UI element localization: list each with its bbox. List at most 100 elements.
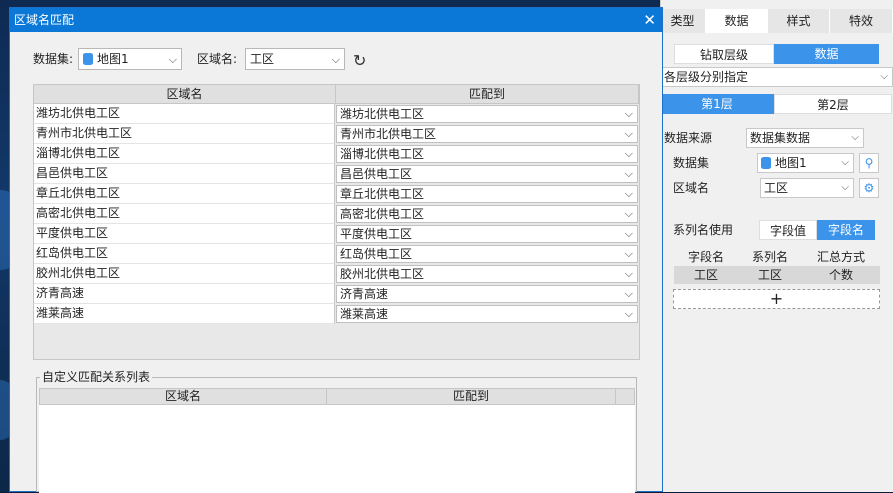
match-value: 平度供电工区 <box>340 227 413 241</box>
drill-level-button[interactable]: 钻取层级 <box>674 44 774 64</box>
match-value: 淄博北供电工区 <box>340 147 425 161</box>
dataset-select[interactable]: 地图1 ⌵ <box>78 48 182 70</box>
field-name-button[interactable]: 字段名 <box>817 220 875 240</box>
chevron-down-icon: ⌵ <box>624 107 633 120</box>
table-row[interactable]: 济青高速 济青高速 ⌵ <box>34 284 639 304</box>
match-select[interactable]: 济青高速 ⌵ <box>336 285 638 303</box>
match-select[interactable]: 青州市北供电工区 ⌵ <box>336 125 638 143</box>
match-select[interactable]: 胶州北供电工区 ⌵ <box>336 265 638 283</box>
panel-region-value: 工区 <box>764 181 789 195</box>
table-row[interactable]: 淄博北供电工区 淄博北供电工区 ⌵ <box>34 144 639 164</box>
match-select[interactable]: 昌邑供电工区 ⌵ <box>336 165 638 183</box>
match-select[interactable]: 高密北供电工区 ⌵ <box>336 205 638 223</box>
add-field-button[interactable]: + <box>673 289 880 309</box>
source-label: 数据来源 <box>664 131 713 145</box>
table-row[interactable]: 高密北供电工区 高密北供电工区 ⌵ <box>34 204 639 224</box>
chevron-down-icon: ⌵ <box>841 157 849 168</box>
match-value: 青州市北供电工区 <box>340 127 437 141</box>
tab-data[interactable]: 数据 <box>706 9 768 33</box>
custom-header-match-to: 匹配到 <box>327 389 616 404</box>
chevron-down-icon: ⌵ <box>624 267 633 280</box>
region-name-cell: 青州市北供电工区 <box>34 124 335 144</box>
table-row[interactable]: 平度供电工区 平度供电工区 ⌵ <box>34 224 639 244</box>
table-row[interactable]: 红岛供电工区 红岛供电工区 ⌵ <box>34 244 639 264</box>
custom-table-header: 区域名 匹配到 <box>39 388 635 405</box>
table-row[interactable]: 胶州北供电工区 胶州北供电工区 ⌵ <box>34 264 639 284</box>
source-select[interactable]: 数据集数据 ⌵ <box>746 128 864 148</box>
region-name-cell: 潍坊北供电工区 <box>34 104 335 124</box>
custom-table-body <box>39 405 635 493</box>
data-button[interactable]: 数据 <box>774 44 879 64</box>
chevron-down-icon: ⌵ <box>331 53 340 66</box>
header-series-name: 系列名 <box>751 250 788 264</box>
region-name-cell: 高密北供电工区 <box>34 204 335 224</box>
match-select[interactable]: 潍坊北供电工区 ⌵ <box>336 105 638 123</box>
panel-dataset-label: 数据集 <box>673 156 710 170</box>
region-value: 工区 <box>250 52 275 66</box>
table-row[interactable]: 青州市北供电工区 青州市北供电工区 ⌵ <box>34 124 639 144</box>
database-icon <box>761 157 771 169</box>
field-table-header: 字段名 系列名 汇总方式 <box>674 249 880 266</box>
match-value: 胶州北供电工区 <box>340 267 425 281</box>
series-label: 系列名使用 <box>673 223 734 237</box>
chevron-down-icon: ⌵ <box>624 127 633 140</box>
panel-region-label: 区域名 <box>673 181 710 195</box>
table-row[interactable]: 章丘北供电工区 章丘北供电工区 ⌵ <box>34 184 639 204</box>
match-select[interactable]: 红岛供电工区 ⌵ <box>336 245 638 263</box>
source-value: 数据集数据 <box>750 131 811 145</box>
chevron-down-icon: ⌵ <box>624 147 633 160</box>
tab-type[interactable]: 类型 <box>660 9 706 33</box>
field-table: 字段名 系列名 汇总方式 工区 工区 个数 <box>674 249 880 284</box>
match-value: 章丘北供电工区 <box>340 187 425 201</box>
region-name-cell: 平度供电工区 <box>34 224 335 244</box>
match-value: 红岛供电工区 <box>340 247 413 261</box>
level-1-tab[interactable]: 第1层 <box>660 94 774 114</box>
field-table-row[interactable]: 工区 工区 个数 <box>674 266 880 284</box>
field-value-button[interactable]: 字段值 <box>759 220 817 240</box>
region-select[interactable]: 工区 ⌵ <box>245 48 345 70</box>
search-button[interactable]: ⚲ <box>859 153 879 173</box>
panel-region-select[interactable]: 工区 ⌵ <box>760 178 854 198</box>
chevron-down-icon: ⌵ <box>624 307 633 320</box>
database-icon <box>83 53 93 65</box>
panel-dataset-select[interactable]: 地图1 ⌵ <box>757 153 854 173</box>
panel-dataset-value: 地图1 <box>775 156 807 170</box>
level-mode-value: 各层级分别指定 <box>664 70 749 84</box>
table-row[interactable]: 潍坊北供电工区 潍坊北供电工区 ⌵ <box>34 104 639 124</box>
drill-toggle: 钻取层级 数据 <box>674 44 879 64</box>
property-tabs: 类型 数据 样式 特效 <box>660 9 893 33</box>
cell-series-name: 工区 <box>757 268 782 282</box>
level-2-tab[interactable]: 第2层 <box>774 94 892 114</box>
table-row[interactable]: 昌邑供电工区 昌邑供电工区 ⌵ <box>34 164 639 184</box>
refresh-icon[interactable]: ↻ <box>353 51 366 70</box>
match-grid: 区域名 匹配到 潍坊北供电工区 潍坊北供电工区 ⌵ 青州市北供电工区 青州市北供电工区 ⌵… <box>33 84 640 360</box>
tab-style[interactable]: 样式 <box>768 9 830 33</box>
custom-header-region-name: 区域名 <box>40 389 327 404</box>
chevron-down-icon: ⌵ <box>624 207 633 220</box>
table-row[interactable]: 潍莱高速 潍莱高速 ⌵ <box>34 304 639 324</box>
match-select[interactable]: 淄博北供电工区 ⌵ <box>336 145 638 163</box>
region-name-cell: 章丘北供电工区 <box>34 184 335 204</box>
match-value: 昌邑供电工区 <box>340 167 413 181</box>
series-toggle: 字段值 字段名 <box>759 220 875 240</box>
match-select[interactable]: 潍莱高速 ⌵ <box>336 305 638 323</box>
region-name-cell: 红岛供电工区 <box>34 244 335 264</box>
match-select[interactable]: 章丘北供电工区 ⌵ <box>336 185 638 203</box>
dataset-label: 数据集: <box>33 52 74 66</box>
grid-header: 区域名 匹配到 <box>34 85 639 104</box>
gear-icon: ⚙ <box>863 181 875 195</box>
chevron-down-icon: ⌵ <box>841 182 849 193</box>
close-icon[interactable]: ✕ <box>643 8 656 32</box>
chevron-down-icon: ⌵ <box>624 187 633 200</box>
chevron-down-icon: ⌵ <box>880 71 888 82</box>
match-select[interactable]: 平度供电工区 ⌵ <box>336 225 638 243</box>
match-value: 济青高速 <box>340 287 389 301</box>
tab-effects[interactable]: 特效 <box>830 9 893 33</box>
chevron-down-icon: ⌵ <box>624 247 633 260</box>
level-mode-select[interactable]: 各层级分别指定 ⌵ <box>660 67 893 87</box>
custom-legend: 自定义匹配关系列表 <box>40 370 153 384</box>
custom-match-group: 自定义匹配关系列表 区域名 匹配到 <box>36 370 637 493</box>
chevron-down-icon: ⌵ <box>168 53 177 66</box>
settings-button[interactable]: ⚙ <box>859 178 879 198</box>
region-name-cell: 淄博北供电工区 <box>34 144 335 164</box>
